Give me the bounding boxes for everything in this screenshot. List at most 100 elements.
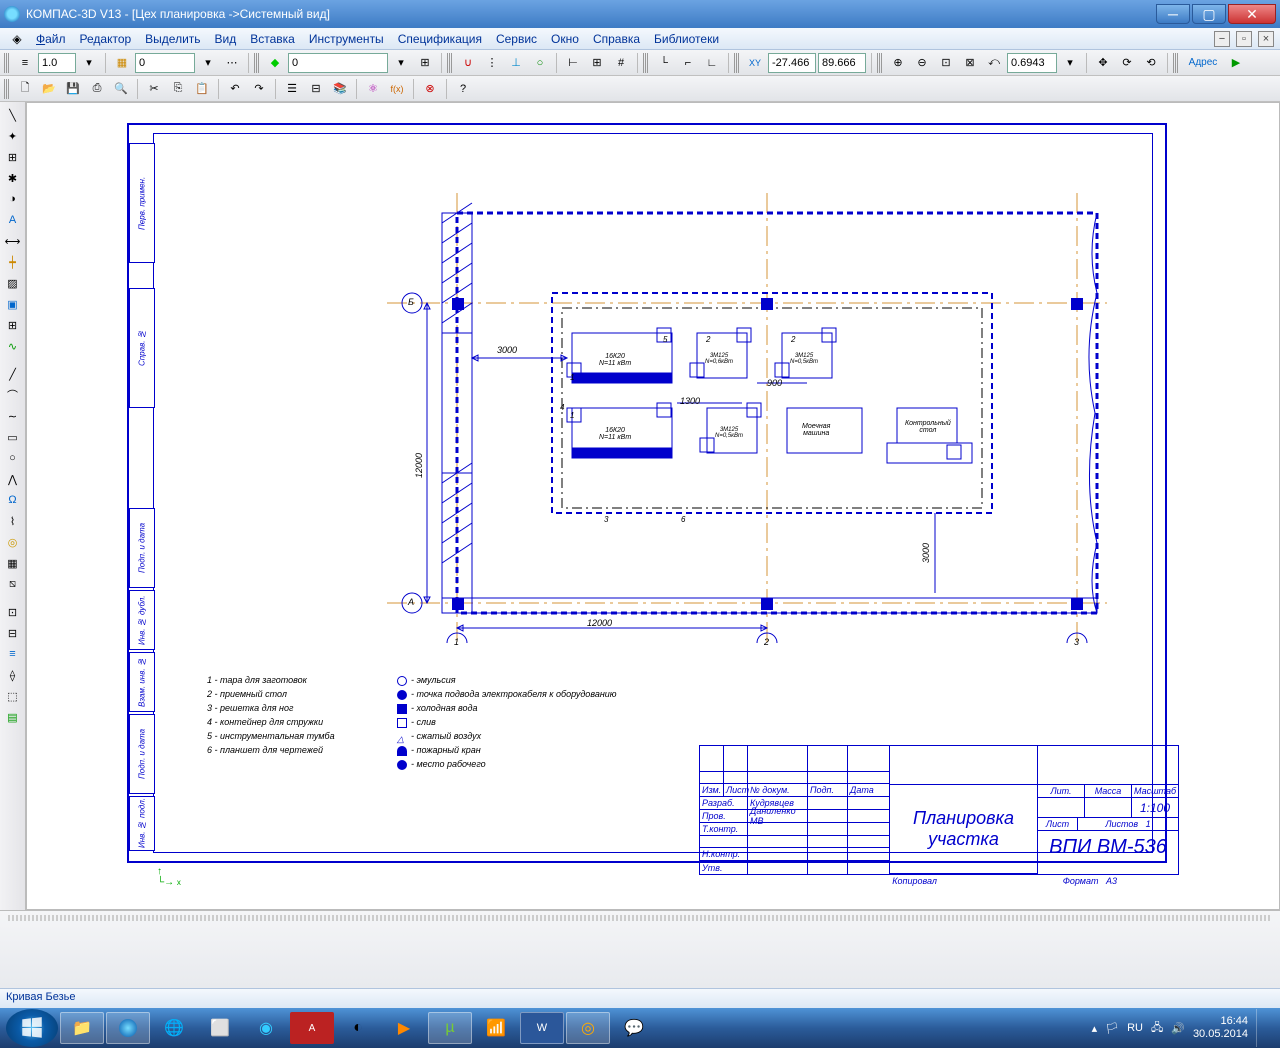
mdi-minimize[interactable]: − xyxy=(1214,31,1230,47)
spline-icon[interactable]: ∿ xyxy=(2,336,24,356)
line-style-btn[interactable]: ≡ xyxy=(14,52,36,74)
taskbar-kinopoisk-icon[interactable]: ▶ xyxy=(382,1012,426,1044)
tray-volume-icon[interactable]: 🔊 xyxy=(1171,1022,1185,1035)
dropdown-arrow-icon[interactable]: ▾ xyxy=(1059,52,1081,74)
zoom-window-icon[interactable]: ⊡ xyxy=(935,52,957,74)
taskbar-ts-icon[interactable]: ◉ xyxy=(244,1012,288,1044)
menu-spec[interactable]: Спецификация xyxy=(392,30,488,48)
copy-icon[interactable]: ⎘ xyxy=(167,78,189,100)
color-btn[interactable]: ◆ xyxy=(264,52,286,74)
show-desktop-button[interactable] xyxy=(1256,1009,1266,1047)
fill-icon[interactable]: ▦ xyxy=(2,553,24,573)
hatch-icon[interactable]: ▨ xyxy=(2,273,24,293)
dim-icon[interactable]: ⟷ xyxy=(2,231,24,251)
taskbar-explorer-icon[interactable]: 📁 xyxy=(60,1012,104,1044)
drawing-canvas[interactable]: Перв. примен. Справ. № Подп. и дата Инв.… xyxy=(26,102,1280,910)
menu-view[interactable]: Вид xyxy=(209,30,243,48)
ortho-mode-icon[interactable]: ⊢ xyxy=(562,52,584,74)
line-weight-input[interactable] xyxy=(38,53,76,73)
dropdown-arrow-icon[interactable]: ▾ xyxy=(78,52,100,74)
text-icon[interactable]: A xyxy=(2,210,24,230)
menu-window[interactable]: Окно xyxy=(545,30,585,48)
maximize-button[interactable]: ▢ xyxy=(1192,4,1226,24)
help-icon[interactable]: ? xyxy=(452,78,474,100)
close-button[interactable]: ✕ xyxy=(1228,4,1276,24)
local-cs-icon[interactable]: └ xyxy=(653,52,675,74)
geom-grid-icon[interactable]: ⊞ xyxy=(2,147,24,167)
cut-icon[interactable]: ✂ xyxy=(143,78,165,100)
tray-flag-icon[interactable]: 🏳 xyxy=(1105,1022,1119,1035)
rect-icon[interactable]: ▭ xyxy=(2,427,24,447)
zoom-fit-icon[interactable]: ⊠ xyxy=(959,52,981,74)
cs-manager-icon[interactable]: ∟ xyxy=(701,52,723,74)
coord-x-input[interactable] xyxy=(768,53,816,73)
toolbar-grip[interactable] xyxy=(643,53,648,73)
panel-grip[interactable] xyxy=(8,915,1272,921)
taskbar-word-icon[interactable]: W xyxy=(520,1012,564,1044)
zoom-out-icon[interactable]: ⊖ xyxy=(911,52,933,74)
dropdown-arrow-icon[interactable]: ▾ xyxy=(390,52,412,74)
snap-options-icon[interactable]: ⋮ xyxy=(481,52,503,74)
stop-icon[interactable]: ⊗ xyxy=(419,78,441,100)
zoom-prev-icon[interactable]: ⤺ xyxy=(983,52,1005,74)
redo-icon[interactable]: ↷ xyxy=(248,78,270,100)
axis-icon[interactable]: ┿ xyxy=(2,252,24,272)
mdi-restore[interactable]: ▫ xyxy=(1236,31,1252,47)
bluebox-icon[interactable]: ▣ xyxy=(2,294,24,314)
taskbar-daemon-icon[interactable]: ◎ xyxy=(566,1012,610,1044)
layer-btn[interactable]: ▦ xyxy=(111,52,133,74)
taskbar-autocad-icon[interactable]: A xyxy=(290,1012,334,1044)
refresh-icon[interactable]: ⟲ xyxy=(1140,52,1162,74)
geom-line-icon[interactable]: ╲ xyxy=(2,105,24,125)
open-icon[interactable]: 📂 xyxy=(38,78,60,100)
toolbar-grip[interactable] xyxy=(734,53,739,73)
select-icon[interactable]: ⬚ xyxy=(2,686,24,706)
menu-help[interactable]: Справка xyxy=(587,30,646,48)
menu-service[interactable]: Сервис xyxy=(490,30,543,48)
menu-tools[interactable]: Инструменты xyxy=(303,30,390,48)
edit-icon[interactable]: ⊡ xyxy=(2,602,24,622)
layer-manager-btn[interactable]: ⊞ xyxy=(414,52,436,74)
segment-icon[interactable]: ╱ xyxy=(2,364,24,384)
property-panel[interactable] xyxy=(0,910,1280,988)
mirror-icon[interactable]: ⊟ xyxy=(2,623,24,643)
taskbar-nettool-icon[interactable]: 📶 xyxy=(474,1012,518,1044)
preview-icon[interactable]: 🔍 xyxy=(110,78,132,100)
address-label-icon[interactable]: Адрес xyxy=(1183,52,1223,74)
ellipse-icon[interactable]: ○ xyxy=(2,448,24,468)
table-icon[interactable]: ⊞ xyxy=(2,315,24,335)
xy-icon[interactable]: XY xyxy=(744,52,766,74)
new-icon[interactable]: 🗋 xyxy=(14,78,36,100)
library-icon[interactable]: 📚 xyxy=(329,78,351,100)
coord-y-input[interactable] xyxy=(818,53,866,73)
hatch2-icon[interactable]: ⧅ xyxy=(2,574,24,594)
nurbs-icon[interactable]: ⌇ xyxy=(2,511,24,531)
geom-aux-icon[interactable]: ✦ xyxy=(2,126,24,146)
tray-clock[interactable]: 16:44 30.05.2014 xyxy=(1193,1015,1248,1041)
round-icon[interactable]: ○ xyxy=(529,52,551,74)
grid-step-icon[interactable]: # xyxy=(610,52,632,74)
toolbar-grip[interactable] xyxy=(4,79,9,99)
curve-icon[interactable]: ∼ xyxy=(2,406,24,426)
spec-icon[interactable]: ▤ xyxy=(2,707,24,727)
bezier-icon[interactable]: Ω xyxy=(2,490,24,510)
taskbar-steam-icon[interactable]: ◐ xyxy=(336,1012,380,1044)
properties-icon[interactable]: ☰ xyxy=(281,78,303,100)
pan-icon[interactable]: ✥ xyxy=(1092,52,1114,74)
save-icon[interactable]: 💾 xyxy=(62,78,84,100)
tray-network-icon[interactable]: 🖧 xyxy=(1151,1019,1163,1038)
equidist-icon[interactable]: ◎ xyxy=(2,532,24,552)
fx-icon[interactable]: f(x) xyxy=(386,78,408,100)
polyline-icon[interactable]: ⋀ xyxy=(2,469,24,489)
global-cs-icon[interactable]: ⌐ xyxy=(677,52,699,74)
toolbar-grip[interactable] xyxy=(877,53,882,73)
variables-icon[interactable]: ⚛ xyxy=(362,78,384,100)
paste-icon[interactable]: 📋 xyxy=(191,78,213,100)
taskbar-app-icon[interactable]: ⬜ xyxy=(198,1012,242,1044)
ortho-icon[interactable]: ⊥ xyxy=(505,52,527,74)
menu-insert[interactable]: Вставка xyxy=(244,30,301,48)
print-icon[interactable]: ⎙ xyxy=(86,78,108,100)
measure-icon[interactable]: ⟠ xyxy=(2,665,24,685)
taskbar-kompas-icon[interactable] xyxy=(106,1012,150,1044)
tray-up-icon[interactable]: ▴ xyxy=(1092,1022,1098,1035)
